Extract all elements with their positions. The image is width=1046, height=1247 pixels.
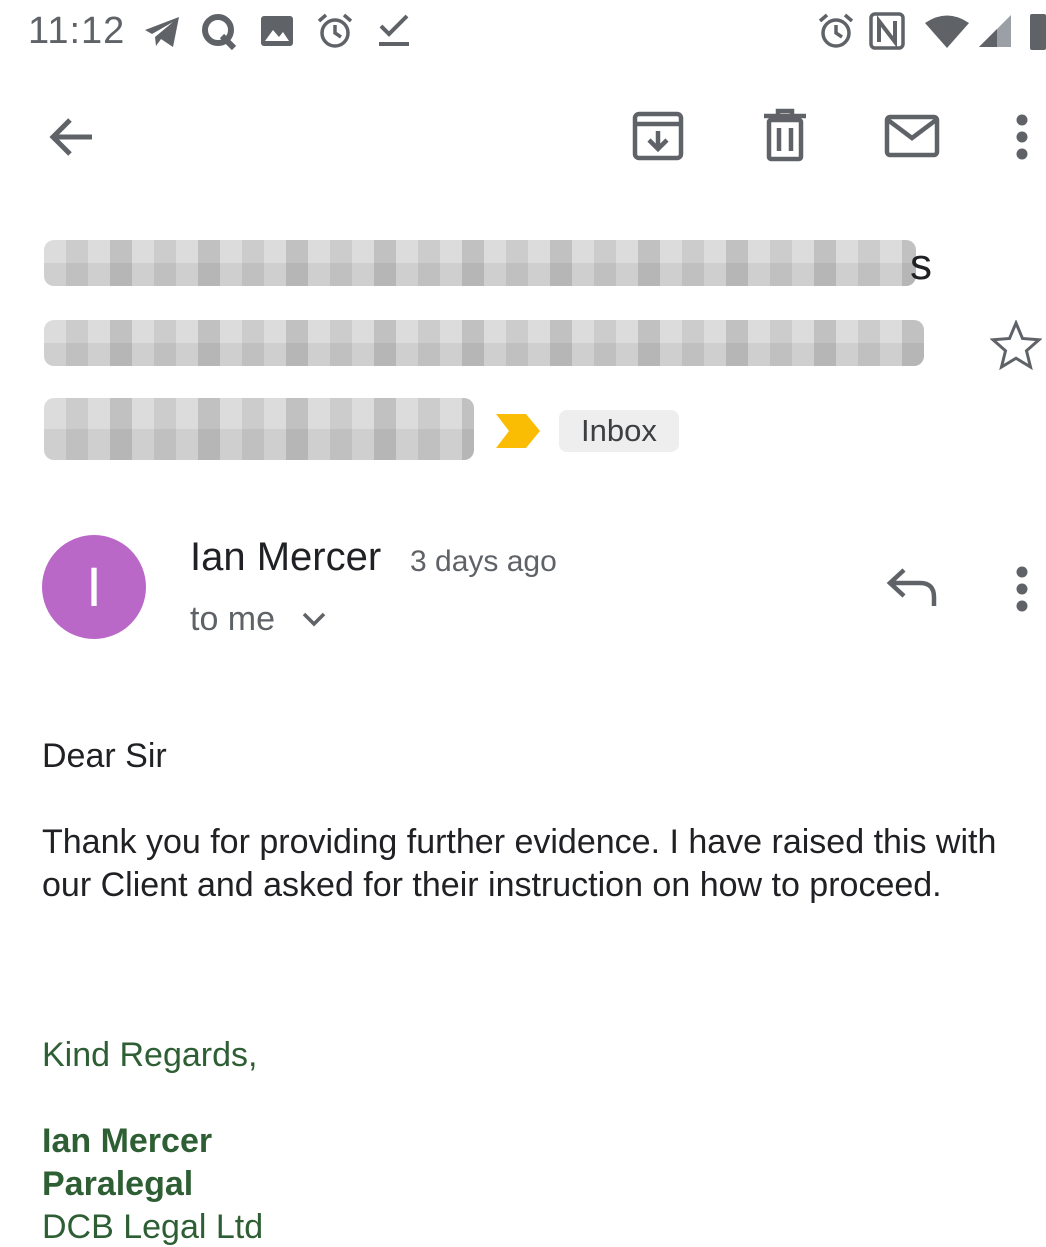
importance-marker-icon[interactable] xyxy=(494,413,542,449)
label-chip-inbox[interactable]: Inbox xyxy=(559,410,679,452)
message-time: 3 days ago xyxy=(410,545,557,578)
message-greeting: Dear Sir xyxy=(42,737,167,775)
signature-name: Ian Mercer xyxy=(42,1122,213,1160)
reply-icon[interactable] xyxy=(886,566,940,610)
signature-company: DCB Legal Ltd xyxy=(42,1208,264,1246)
message-paragraph: Thank you for providing further evidence… xyxy=(42,823,997,904)
check-icon xyxy=(377,14,411,48)
signature-title: Paralegal xyxy=(42,1165,194,1203)
redacted-text xyxy=(44,240,916,286)
nfc-icon xyxy=(869,12,905,50)
signature-closing: Kind Regards, xyxy=(42,1036,258,1074)
star-icon[interactable] xyxy=(990,320,1042,370)
chevron-down-icon[interactable] xyxy=(300,608,328,630)
alarm-icon xyxy=(316,12,354,50)
wifi-icon xyxy=(923,14,971,50)
back-arrow-icon[interactable] xyxy=(46,112,96,162)
recipient-summary[interactable]: to me xyxy=(190,600,275,639)
subject-suffix: s xyxy=(910,240,932,289)
avatar[interactable]: I xyxy=(42,535,146,639)
alarm-icon xyxy=(817,12,855,50)
image-icon xyxy=(260,15,294,47)
status-time: 11:12 xyxy=(28,10,126,52)
archive-icon[interactable] xyxy=(632,110,684,162)
delete-icon[interactable] xyxy=(762,108,808,162)
message-more-icon[interactable] xyxy=(1014,566,1030,612)
sender-name[interactable]: Ian Mercer xyxy=(190,535,381,580)
telegram-icon xyxy=(143,15,181,49)
battery-icon xyxy=(1030,12,1046,50)
q-icon xyxy=(200,12,238,52)
mail-icon[interactable] xyxy=(884,114,940,158)
more-vert-icon[interactable] xyxy=(1014,114,1030,160)
signal-icon xyxy=(977,14,1013,48)
redacted-text xyxy=(44,398,474,460)
redacted-text xyxy=(44,320,924,366)
